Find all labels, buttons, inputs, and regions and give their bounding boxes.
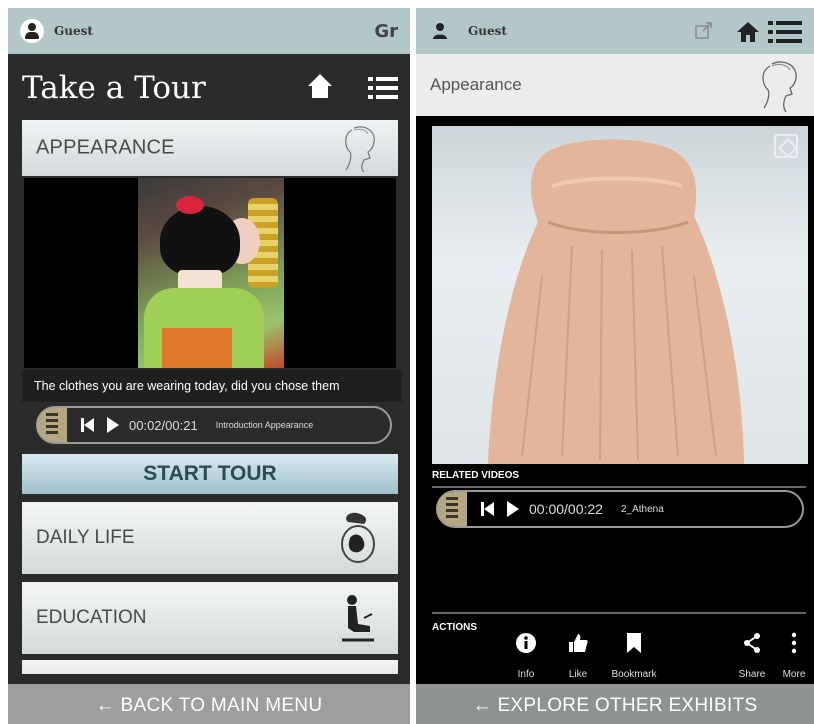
info-icon	[516, 633, 536, 653]
play-icon[interactable]	[107, 417, 119, 433]
action-label: More	[782, 669, 806, 680]
explore-other-exhibits-button[interactable]: ← EXPLORE OTHER EXHIBITS	[416, 684, 814, 724]
language-toggle[interactable]: Gr	[374, 21, 398, 42]
divider	[432, 486, 806, 488]
home-icon[interactable]	[736, 21, 760, 43]
action-label: Share	[738, 669, 766, 680]
woman-profile-sketch-icon	[762, 61, 797, 112]
player-track: Introduction Appearance	[215, 420, 314, 430]
player-track: 2_Athena	[620, 503, 664, 515]
player-time: 00:02/00:21	[129, 417, 198, 433]
page-title: Take a Tour	[22, 70, 206, 106]
share-button[interactable]: Share	[732, 632, 772, 680]
seated-figure-icon	[342, 595, 374, 642]
play-icon[interactable]	[507, 501, 519, 517]
geisha-photo	[138, 178, 284, 368]
user-icon[interactable]	[20, 19, 44, 43]
category-next[interactable]	[22, 660, 398, 674]
external-link-icon[interactable]	[694, 21, 714, 41]
status-bar: Guest	[416, 8, 814, 54]
category-education[interactable]: EDUCATION	[22, 582, 398, 654]
action-label: Info	[517, 669, 535, 680]
back-to-main-menu-button[interactable]: ← BACK TO MAIN MENU	[8, 684, 410, 724]
bookmark-icon	[627, 633, 641, 653]
more-button[interactable]: More	[774, 632, 814, 680]
exhibit-header: Appearance	[416, 54, 814, 116]
section-label: APPEARANCE	[36, 136, 175, 159]
like-button[interactable]: Like	[556, 632, 600, 680]
share-icon	[744, 633, 760, 653]
woman-profile-sketch-icon	[345, 126, 375, 172]
menu-list-icon[interactable]	[768, 20, 802, 44]
category-label: EDUCATION	[36, 607, 147, 628]
tour-screen: Guest Gr Take a Tour APPEARANCE The clot…	[8, 8, 410, 724]
video-player[interactable]: 00:00/00:22 2_Athena	[436, 490, 804, 528]
actions-bar: Info Like Bookmark Share More	[416, 632, 814, 688]
action-label: Like	[568, 669, 588, 680]
previous-icon[interactable]	[81, 418, 95, 432]
previous-icon[interactable]	[481, 502, 495, 516]
like-icon	[569, 634, 588, 652]
film-icon	[437, 492, 467, 526]
film-icon	[37, 408, 67, 442]
more-icon	[791, 632, 797, 654]
fullscreen-icon[interactable]	[774, 134, 798, 158]
menu-list-icon[interactable]	[368, 77, 398, 99]
category-label: DAILY LIFE	[36, 527, 135, 548]
home-icon[interactable]	[306, 74, 334, 102]
status-bar: Guest Gr	[8, 8, 410, 54]
player-time: 00:00/00:22	[529, 501, 603, 517]
related-videos-label: RELATED VIDEOS	[432, 470, 520, 481]
category-daily-life[interactable]: DAILY LIFE	[22, 502, 398, 574]
exhibit-image[interactable]	[432, 126, 808, 464]
amphora-figure-icon	[341, 512, 375, 563]
info-button[interactable]: Info	[504, 632, 548, 680]
bookmark-button[interactable]: Bookmark	[604, 632, 664, 680]
user-name: Guest	[468, 24, 507, 38]
divider	[432, 612, 806, 614]
exhibit-section-label: Appearance	[430, 75, 522, 94]
section-header-appearance[interactable]: APPEARANCE	[22, 120, 398, 176]
start-tour-button[interactable]: START TOUR	[22, 454, 398, 494]
action-label: Bookmark	[611, 669, 657, 680]
header: Take a Tour	[8, 54, 410, 122]
video-preview[interactable]	[24, 178, 396, 368]
user-name: Guest	[54, 24, 93, 38]
video-caption: The clothes you are wearing today, did y…	[22, 370, 402, 402]
statue-photo	[488, 139, 744, 464]
audio-player[interactable]: 00:02/00:21 Introduction Appearance	[36, 406, 392, 444]
user-icon[interactable]	[432, 22, 448, 40]
exhibit-screen: Guest Appearance RELATED VIDEOS 00:00/00…	[416, 8, 814, 724]
